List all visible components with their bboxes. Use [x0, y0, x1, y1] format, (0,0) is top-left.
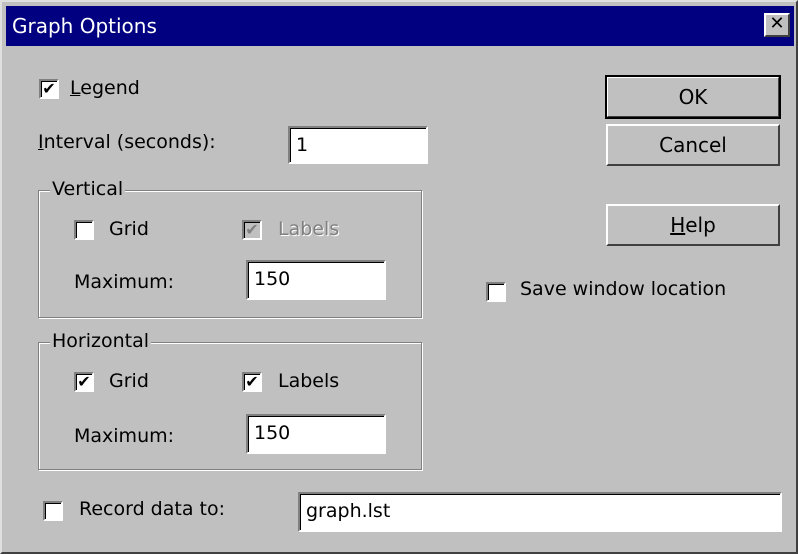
save-window-location-label: Save window location [520, 278, 727, 300]
close-icon: ✕ [769, 13, 785, 34]
vertical-labels-check-icon: ✔ [245, 220, 259, 239]
interval-input[interactable]: 1 [288, 126, 428, 164]
horizontal-maximum-label: Maximum: [74, 425, 175, 447]
vertical-group-label: Vertical [50, 178, 126, 200]
legend-checkbox[interactable]: ✔ [39, 79, 59, 99]
horizontal-labels-check-icon: ✔ [245, 372, 259, 391]
horizontal-grid-check-icon: ✔ [77, 372, 91, 391]
graph-options-dialog: Graph Options ✕ ✔ Legend Interval (secon… [0, 0, 798, 554]
vertical-grid-label: Grid [109, 218, 149, 240]
horizontal-labels-checkbox[interactable]: ✔ [242, 372, 262, 392]
vertical-labels-checkbox[interactable]: ✔ [242, 220, 262, 240]
horizontal-labels-label: Labels [278, 370, 340, 392]
vertical-labels-label: Labels [278, 218, 340, 240]
record-data-label: Record data to: [79, 498, 225, 520]
horizontal-grid-label: Grid [109, 370, 149, 392]
help-button[interactable]: Help [606, 204, 780, 246]
dialog-title: Graph Options [12, 14, 157, 38]
horizontal-group-label: Horizontal [50, 330, 152, 352]
close-button[interactable]: ✕ [764, 13, 790, 37]
legend-check-icon: ✔ [42, 79, 56, 98]
save-window-location-checkbox[interactable] [486, 282, 506, 302]
record-data-checkbox[interactable] [43, 501, 63, 521]
interval-label: Interval (seconds): [38, 131, 216, 153]
cancel-button[interactable]: Cancel [606, 124, 780, 166]
title-bar[interactable]: Graph Options ✕ [6, 6, 794, 46]
record-data-input[interactable]: graph.lst [298, 492, 782, 532]
horizontal-grid-checkbox[interactable]: ✔ [74, 372, 94, 392]
ok-button[interactable]: OK [605, 75, 781, 119]
vertical-maximum-label: Maximum: [74, 271, 175, 293]
horizontal-maximum-input[interactable]: 150 [246, 414, 386, 454]
legend-label: Legend [70, 77, 140, 99]
vertical-grid-checkbox[interactable] [74, 220, 94, 240]
vertical-maximum-input[interactable]: 150 [246, 260, 386, 300]
